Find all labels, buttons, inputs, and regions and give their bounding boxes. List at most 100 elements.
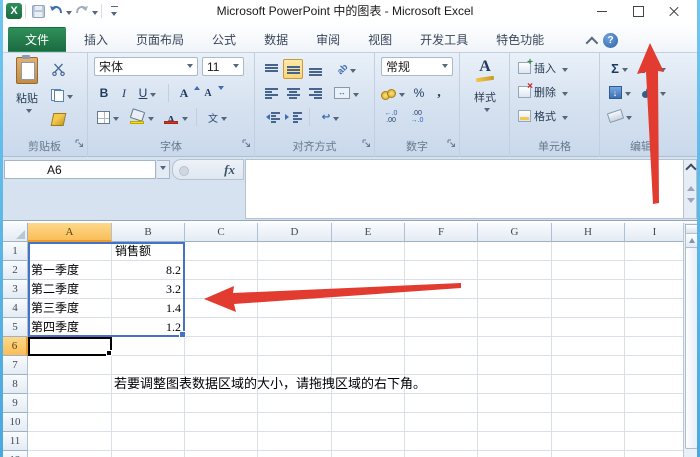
cell-C5[interactable] — [185, 318, 258, 337]
cell-H3[interactable] — [552, 280, 625, 299]
column-header-E[interactable]: E — [332, 223, 405, 242]
tab-data[interactable]: 数据 — [250, 27, 302, 52]
cell-C2[interactable] — [185, 261, 258, 280]
column-header-D[interactable]: D — [258, 223, 332, 242]
excel-logo-icon[interactable]: X — [6, 3, 22, 19]
cell-H10[interactable] — [552, 413, 625, 432]
row-header-12[interactable]: 12 — [3, 451, 28, 457]
font-size-select[interactable]: 11 — [202, 57, 244, 76]
formula-bar-scrollbar[interactable] — [683, 159, 697, 219]
cell-C10[interactable] — [185, 413, 258, 432]
cell-H5[interactable] — [552, 318, 625, 337]
cell-H1[interactable] — [552, 242, 625, 261]
cell-E4[interactable] — [332, 299, 405, 318]
cell-G11[interactable] — [478, 432, 552, 451]
font-color-caret[interactable] — [182, 116, 188, 124]
cell-A7[interactable] — [28, 356, 112, 375]
vertical-scrollbar[interactable] — [683, 223, 698, 457]
borders-button[interactable] — [92, 107, 123, 127]
save-button[interactable] — [30, 3, 46, 19]
cell-H9[interactable] — [552, 394, 625, 413]
column-header-I[interactable]: I — [625, 223, 685, 242]
cell-B5[interactable]: 1.2 — [112, 318, 185, 337]
cell-C7[interactable] — [185, 356, 258, 375]
cell-I2[interactable] — [625, 261, 685, 280]
cell-A9[interactable] — [28, 394, 112, 413]
cell-H6[interactable] — [552, 337, 625, 356]
copy-menu-caret[interactable] — [66, 94, 73, 102]
cell-A2[interactable]: 第一季度 — [28, 261, 112, 280]
accounting-caret[interactable] — [398, 92, 405, 100]
cell-I7[interactable] — [625, 356, 685, 375]
fill-button[interactable]: ↓ — [604, 82, 635, 102]
column-header-A[interactable]: A — [28, 223, 112, 242]
comma-style-button[interactable]: , — [429, 83, 449, 103]
cell-F11[interactable] — [405, 432, 478, 451]
row-header-1[interactable]: 1 — [3, 242, 28, 261]
paste-menu-caret[interactable] — [25, 109, 32, 116]
align-bottom-button[interactable] — [305, 59, 325, 79]
cell-B11[interactable] — [112, 432, 185, 451]
fill-handle[interactable] — [106, 350, 112, 356]
tab-formulas[interactable]: 公式 — [198, 27, 250, 52]
grow-font-button[interactable]: A — [174, 83, 200, 103]
column-header-C[interactable]: C — [185, 223, 258, 242]
phonetic-menu-caret[interactable] — [221, 116, 227, 124]
cell-B6[interactable] — [112, 337, 185, 356]
merge-caret[interactable] — [353, 92, 359, 100]
redo-menu-caret[interactable] — [88, 3, 98, 19]
cell-D10[interactable] — [258, 413, 332, 432]
cell-H12[interactable] — [552, 451, 625, 457]
cell-H7[interactable] — [552, 356, 625, 375]
cell-G2[interactable] — [478, 261, 552, 280]
underline-button[interactable]: U — [132, 83, 163, 103]
tab-page-layout[interactable]: 页面布局 — [122, 27, 198, 52]
cell-B3[interactable]: 3.2 — [112, 280, 185, 299]
cell-G1[interactable] — [478, 242, 552, 261]
cell-D4[interactable] — [258, 299, 332, 318]
cell-G6[interactable] — [478, 337, 552, 356]
cell-F9[interactable] — [405, 394, 478, 413]
cell-F10[interactable] — [405, 413, 478, 432]
decrease-indent-button[interactable] — [261, 107, 281, 127]
cell-F3[interactable] — [405, 280, 478, 299]
cell-A4[interactable]: 第三季度 — [28, 299, 112, 318]
decrease-decimal-button[interactable]: .00 →.0 — [405, 107, 429, 127]
cell-I4[interactable] — [625, 299, 685, 318]
cell-H8[interactable] — [552, 375, 625, 394]
cell-I9[interactable] — [625, 394, 685, 413]
row-header-3[interactable]: 3 — [3, 280, 28, 299]
align-center-button[interactable] — [283, 83, 303, 103]
cell-B4[interactable]: 1.4 — [112, 299, 185, 318]
shrink-font-button[interactable]: A — [198, 83, 224, 103]
cell-E11[interactable] — [332, 432, 405, 451]
cell-A3[interactable]: 第二季度 — [28, 280, 112, 299]
cell-I8[interactable] — [625, 375, 685, 394]
cell-G10[interactable] — [478, 413, 552, 432]
cell-A8[interactable] — [28, 375, 112, 394]
align-right-button[interactable] — [305, 83, 325, 103]
cell-D6[interactable] — [258, 337, 332, 356]
cell-I1[interactable] — [625, 242, 685, 261]
number-format-select[interactable]: 常规 — [381, 57, 453, 76]
cell-I5[interactable] — [625, 318, 685, 337]
align-top-button[interactable] — [261, 59, 281, 79]
insert-menu-caret[interactable] — [562, 67, 568, 75]
window-minimize-button[interactable] — [588, 0, 616, 22]
cell-F1[interactable] — [405, 242, 478, 261]
cell-E12[interactable] — [332, 451, 405, 457]
cell-F4[interactable] — [405, 299, 478, 318]
formula-input[interactable] — [245, 159, 683, 219]
cell-A5[interactable]: 第四季度 — [28, 318, 112, 337]
row-header-11[interactable]: 11 — [3, 432, 28, 451]
find-select-button[interactable] — [638, 82, 669, 102]
cell-F6[interactable] — [405, 337, 478, 356]
cell-E2[interactable] — [332, 261, 405, 280]
wrap-text-caret[interactable] — [333, 116, 340, 124]
cell-D1[interactable] — [258, 242, 332, 261]
cell-B9[interactable] — [112, 394, 185, 413]
clear-button[interactable] — [604, 106, 635, 126]
cell-G8[interactable] — [478, 375, 552, 394]
cell-B12[interactable] — [112, 451, 185, 457]
styles-menu-caret[interactable] — [483, 108, 490, 115]
